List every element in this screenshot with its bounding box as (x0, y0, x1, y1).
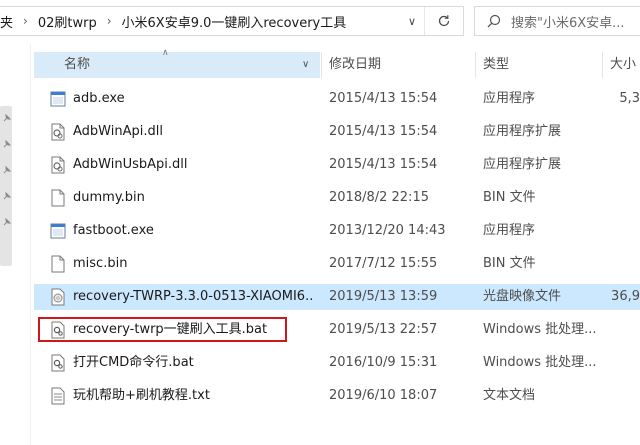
file-row[interactable]: 打开CMD命令行.bat 2016/10/9 15:31 Windows 批处理..… (34, 350, 640, 376)
file-row[interactable]: 玩机帮助+刷机教程.txt 2019/6/10 18:07 文本文档 (34, 383, 640, 409)
sort-ascending-icon: ∧ (162, 48, 169, 58)
pin-icon (3, 218, 11, 226)
search-input[interactable]: 搜索"小米6X安卓... (474, 6, 640, 36)
file-modified-date: 2015/4/13 15:54 (329, 124, 438, 139)
dll-icon (51, 123, 65, 141)
file-name: AdbWinApi.dll (73, 124, 163, 139)
column-divider[interactable] (602, 52, 603, 78)
file-modified-date: 2016/10/9 15:31 (329, 355, 438, 370)
file-name: AdbWinUsbApi.dll (73, 157, 188, 172)
file-modified-date: 2013/12/20 14:43 (329, 223, 446, 238)
breadcrumb-item[interactable]: 02刷twrp (38, 12, 97, 31)
file-type: Windows 批处理... (483, 355, 597, 370)
file-row[interactable]: misc.bin 2017/7/12 15:55 BIN 文件 (34, 251, 640, 277)
column-header-size[interactable]: 大小 (610, 52, 636, 78)
file-type: BIN 文件 (483, 190, 536, 205)
file-icon (51, 255, 65, 273)
file-row[interactable]: fastboot.exe 2013/12/20 14:43 应用程序 (34, 218, 640, 244)
file-icon (51, 189, 65, 207)
refresh-button[interactable] (424, 7, 463, 35)
navigation-pane[interactable] (0, 44, 28, 445)
file-type: 应用程序扩展 (483, 157, 562, 172)
search-icon (487, 14, 501, 28)
file-modified-date: 2015/4/13 15:54 (329, 91, 438, 106)
file-modified-date: 2017/7/12 15:55 (329, 256, 438, 271)
disc-image-icon (51, 288, 65, 306)
file-name: dummy.bin (73, 190, 145, 205)
bat-icon (51, 354, 65, 372)
exe-icon (50, 223, 66, 239)
column-header-type[interactable]: 类型 (483, 52, 509, 78)
column-header-name-label: 名称 (64, 57, 91, 72)
file-type: 应用程序扩展 (483, 124, 562, 139)
file-row[interactable]: dummy.bin 2018/8/2 22:15 BIN 文件 (34, 185, 640, 211)
file-size: 5,3 (619, 91, 640, 106)
exe-icon (50, 91, 66, 107)
file-name: adb.exe (73, 91, 125, 106)
file-type: 应用程序 (483, 91, 536, 106)
file-type: Windows 批处理... (483, 322, 597, 337)
file-modified-date: 2019/5/13 22:57 (329, 322, 438, 337)
column-header-date[interactable]: 修改日期 (329, 52, 381, 78)
file-type: 文本文档 (483, 388, 536, 403)
txt-icon (51, 387, 65, 405)
breadcrumb[interactable]: 夹 › 02刷twrp › 小米6X安卓9.0一键刷入recovery工具 ∨ (0, 6, 464, 36)
pin-icon (3, 140, 11, 148)
file-name: fastboot.exe (73, 223, 154, 238)
bat-icon (51, 321, 65, 339)
breadcrumb-separator-icon[interactable]: › (107, 14, 112, 28)
file-type: BIN 文件 (483, 256, 536, 271)
file-row[interactable]: AdbWinUsbApi.dll 2015/4/13 15:54 应用程序扩展 (34, 152, 640, 178)
column-divider[interactable] (475, 52, 476, 78)
pane-divider[interactable] (30, 44, 31, 445)
address-history-dropdown-icon[interactable]: ∨ (401, 7, 423, 35)
column-divider[interactable] (321, 52, 322, 78)
breadcrumb-item[interactable]: 夹 (0, 12, 13, 31)
file-modified-date: 2015/4/13 15:54 (329, 157, 438, 172)
file-modified-date: 2019/6/10 18:07 (329, 388, 438, 403)
file-name: recovery-twrp一键刷入工具.bat (73, 322, 268, 337)
file-modified-date: 2018/8/2 22:15 (329, 190, 429, 205)
nav-scrollbar[interactable] (0, 106, 12, 266)
file-modified-date: 2019/5/13 13:59 (329, 289, 438, 304)
file-name: 玩机帮助+刷机教程.txt (73, 388, 210, 403)
dll-icon (51, 156, 65, 174)
refresh-icon (438, 15, 450, 27)
breadcrumb-item-current[interactable]: 小米6X安卓9.0一键刷入recovery工具 (122, 12, 347, 31)
column-header-name[interactable]: ∧ 名称 ∨ (34, 48, 320, 78)
file-row[interactable]: adb.exe 2015/4/13 15:54 应用程序 5,3 (34, 86, 640, 112)
breadcrumb-separator-icon[interactable]: › (23, 14, 28, 28)
file-row[interactable]: recovery-TWRP-3.3.0-0513-XIAOMI6... 2019/… (34, 284, 640, 310)
file-type: 光盘映像文件 (483, 289, 562, 304)
file-row[interactable]: AdbWinApi.dll 2015/4/13 15:54 应用程序扩展 (34, 119, 640, 145)
file-size: 36,9 (611, 289, 640, 304)
pin-icon (3, 192, 11, 200)
file-type: 应用程序 (483, 223, 536, 238)
pin-icon (3, 114, 11, 122)
pin-icon (3, 166, 11, 174)
column-filter-dropdown-icon[interactable]: ∨ (302, 52, 309, 78)
column-headers: ∧ 名称 ∨ 修改日期 类型 大小 (34, 48, 640, 78)
file-name: misc.bin (73, 256, 128, 271)
file-name: 打开CMD命令行.bat (73, 355, 194, 370)
search-placeholder: 搜索"小米6X安卓... (511, 15, 625, 31)
address-bar-area: 夹 › 02刷twrp › 小米6X安卓9.0一键刷入recovery工具 ∨ … (0, 0, 640, 44)
file-name: recovery-TWRP-3.3.0-0513-XIAOMI6... (73, 289, 313, 304)
file-row[interactable]: recovery-twrp一键刷入工具.bat 2019/5/13 22:57 Wi… (34, 317, 640, 343)
